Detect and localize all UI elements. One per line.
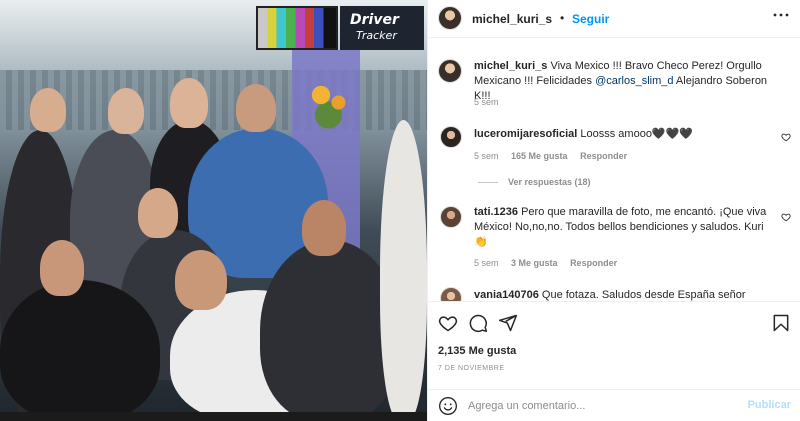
caption-meta: 5 sem	[474, 97, 509, 107]
header-separator: •	[560, 11, 565, 25]
photo-person	[30, 88, 66, 132]
photo-person	[175, 250, 227, 310]
post-actions: 2,135 Me gusta 7 DE NOVIEMBRE	[428, 301, 800, 391]
author-username[interactable]: michel_kuri_s	[472, 12, 552, 26]
photo-tracker-screen: Driver Tracker	[340, 6, 424, 50]
photo-person	[108, 88, 144, 134]
view-replies-label: Ver respuestas (18)	[508, 177, 591, 187]
reply-button[interactable]: Responder	[580, 151, 627, 161]
reply-button[interactable]: Responder	[570, 258, 617, 268]
comment-text: tati.1236 Pero que maravilla de foto, me…	[474, 205, 774, 250]
replies-line	[478, 182, 498, 184]
comment-like-icon[interactable]	[781, 132, 791, 142]
heart-icon[interactable]	[438, 313, 458, 333]
comment-username[interactable]: vania140706	[474, 289, 539, 301]
comments-list[interactable]: michel_kuri_s Viva Mexico !!! Bravo Chec…	[428, 39, 800, 301]
photo-person	[236, 84, 276, 132]
photo-tv-screen	[256, 6, 338, 50]
comment-composer: Publicar	[428, 389, 800, 421]
caption-mention[interactable]: @carlos_slim_d	[595, 75, 673, 87]
comment-username[interactable]: luceromijaresoficial	[474, 128, 577, 140]
photo-person	[0, 280, 160, 421]
comment-input[interactable]	[468, 396, 738, 416]
author-avatar[interactable]	[438, 6, 462, 30]
photo-person	[170, 78, 208, 128]
comment-username[interactable]: tati.1236	[474, 206, 518, 218]
caption-time[interactable]: 5 sem	[474, 97, 499, 107]
comment-likes[interactable]: 165 Me gusta	[511, 151, 568, 161]
post-photo[interactable]: Driver Tracker	[0, 0, 427, 421]
photo-person	[302, 200, 346, 256]
comment-icon[interactable]	[468, 313, 488, 333]
more-icon[interactable]	[773, 8, 789, 27]
caption-text: michel_kuri_s Viva Mexico !!! Bravo Chec…	[474, 59, 784, 104]
comment-body: Loosss amooo🖤🖤🖤	[580, 128, 694, 140]
commenter-avatar[interactable]	[440, 287, 462, 301]
photo-person	[40, 240, 84, 296]
tracker-title: Driver	[350, 12, 399, 28]
comment-meta: 5 sem 165 Me gusta Responder	[474, 151, 637, 161]
comment-time[interactable]: 5 sem	[474, 151, 499, 161]
photo-person	[260, 240, 400, 421]
comment-body: Que fotaza. Saludos desde España señor	[541, 289, 746, 301]
comment-text: luceromijaresoficial Loosss amooo🖤🖤🖤	[474, 127, 774, 142]
emoji-icon[interactable]	[438, 396, 458, 416]
caption-avatar[interactable]	[438, 59, 462, 83]
publish-button[interactable]: Publicar	[748, 399, 791, 411]
photo-flowers	[306, 80, 356, 130]
bookmark-icon[interactable]	[771, 313, 791, 333]
tracker-subtitle: Tracker	[356, 29, 397, 42]
share-icon[interactable]	[498, 313, 518, 333]
comment-text: vania140706 Que fotaza. Saludos desde Es…	[474, 288, 774, 301]
comment-likes[interactable]: 3 Me gusta	[511, 258, 558, 268]
view-replies-button[interactable]: Ver respuestas (18)	[478, 177, 591, 187]
post-header: michel_kuri_s • Seguir	[428, 0, 800, 38]
comment-meta: 5 sem 3 Me gusta Responder	[474, 258, 627, 268]
comment-time[interactable]: 5 sem	[474, 258, 499, 268]
photo-person	[380, 120, 427, 421]
post-side-panel: michel_kuri_s • Seguir michel_kuri_s Viv…	[427, 0, 800, 421]
comment-like-icon[interactable]	[781, 212, 791, 222]
caption-username[interactable]: michel_kuri_s	[474, 60, 547, 72]
photo-person	[138, 188, 178, 238]
commenter-avatar[interactable]	[440, 206, 462, 228]
photo-bottom-edge	[0, 412, 427, 421]
likes-count[interactable]: 2,135 Me gusta	[438, 345, 516, 357]
comment-body: Pero que maravilla de foto, me encantó. …	[474, 206, 767, 248]
post-date[interactable]: 7 DE NOVIEMBRE	[438, 365, 505, 372]
commenter-avatar[interactable]	[440, 126, 462, 148]
follow-button[interactable]: Seguir	[572, 12, 609, 26]
